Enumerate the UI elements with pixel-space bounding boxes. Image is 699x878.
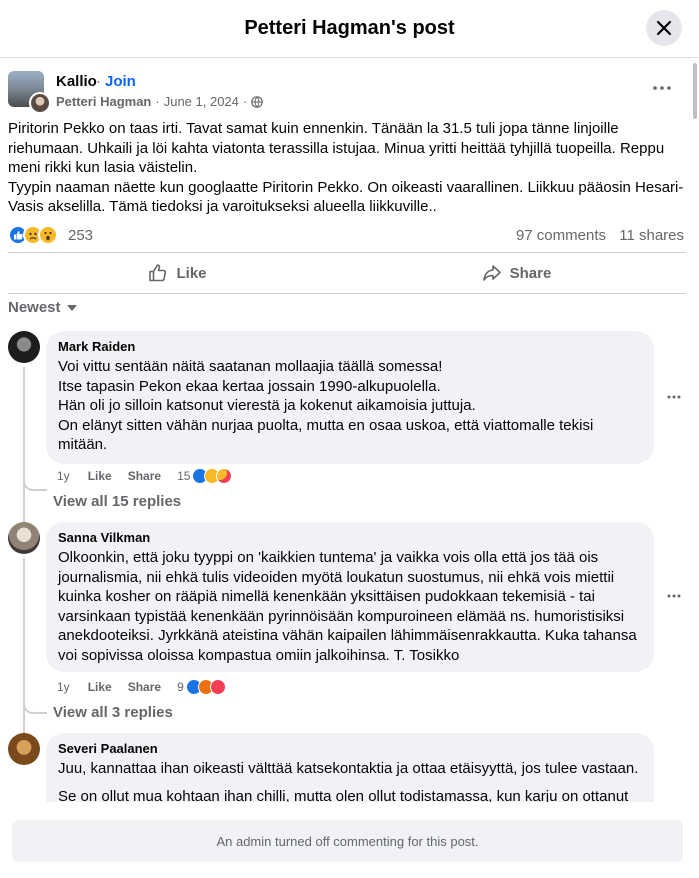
sort-label: Newest xyxy=(8,299,61,316)
post-meta: Petteri Hagman · June 1, 2024 · xyxy=(56,94,264,109)
comment-age[interactable]: 1y xyxy=(57,680,70,694)
post-header: Kallio · Join Petteri Hagman · June 1, 2… xyxy=(8,71,688,114)
author-name[interactable]: Petteri Hagman xyxy=(56,94,151,109)
close-button[interactable] xyxy=(646,10,682,46)
post-scroll-area[interactable]: Kallio · Join Petteri Hagman · June 1, 2… xyxy=(0,59,699,802)
avatar[interactable] xyxy=(8,733,40,765)
thread-connector xyxy=(23,700,47,714)
shares-count[interactable]: 11 shares xyxy=(619,227,684,244)
post-date[interactable]: June 1, 2024 xyxy=(164,94,239,109)
comment-like-button[interactable]: Like xyxy=(88,680,112,694)
comment-reaction-count[interactable]: 15 xyxy=(177,469,190,483)
comment-bubble: Mark Raiden Voi vittu sentään näitä saat… xyxy=(46,331,654,464)
comment-text: Olkoonkin, että joku tyyppi on 'kaikkien… xyxy=(58,549,637,664)
like-icon xyxy=(149,264,167,282)
separator: · xyxy=(96,73,101,90)
wow-reaction-icon xyxy=(38,225,58,245)
avatar[interactable] xyxy=(8,331,40,363)
footer: An admin turned off commenting for this … xyxy=(0,802,699,878)
like-label: Like xyxy=(176,264,207,282)
commenter-name[interactable]: Mark Raiden xyxy=(58,339,642,354)
reaction-count[interactable]: 253 xyxy=(68,227,93,244)
post-more-button[interactable] xyxy=(650,76,674,100)
reaction-summary: 253 97 comments 11 shares xyxy=(8,221,686,249)
comment-more-button[interactable] xyxy=(664,387,684,407)
comment-more-button[interactable] xyxy=(664,586,684,606)
scrollbar[interactable] xyxy=(693,63,697,119)
like-button[interactable]: Like xyxy=(8,253,347,293)
chevron-down-icon xyxy=(66,304,77,311)
thread-line xyxy=(23,367,25,545)
love-reaction-icon xyxy=(209,679,226,695)
comment-bubble: Sanna Vilkman Olkoonkin, että joku tyypp… xyxy=(46,522,654,672)
dialog-title: Petteri Hagman's post xyxy=(244,17,455,39)
reaction-icons[interactable] xyxy=(8,225,58,245)
comment-share-button[interactable]: Share xyxy=(128,469,161,483)
close-icon xyxy=(656,20,672,36)
globe-icon xyxy=(251,95,264,108)
view-replies-button[interactable]: View all 15 replies xyxy=(53,493,181,510)
more-icon xyxy=(653,86,671,90)
comment-meta: 1y Like Share 9 xyxy=(57,679,226,695)
author-avatar[interactable] xyxy=(29,92,51,114)
post-paragraph: Piritorin Pekko on taas irti. Tavat sama… xyxy=(8,120,665,176)
comment-share-button[interactable]: Share xyxy=(128,680,161,694)
comment-meta: 1y Like Share 15 xyxy=(57,468,233,484)
comment-sort-dropdown[interactable]: Newest xyxy=(8,299,77,316)
comment-bubble: Severi Paalanen Juu, kannattaa ihan oike… xyxy=(46,733,654,802)
group-name[interactable]: Kallio xyxy=(56,73,97,90)
share-icon xyxy=(482,265,501,281)
commenter-name[interactable]: Severi Paalanen xyxy=(58,741,642,756)
commenter-name[interactable]: Sanna Vilkman xyxy=(58,530,642,545)
comment-like-button[interactable]: Like xyxy=(88,469,112,483)
comment-text: Voi vittu sentään näitä saatanan mollaaj… xyxy=(58,358,594,453)
more-icon xyxy=(667,594,681,598)
join-link[interactable]: Join xyxy=(105,73,136,90)
comment-reaction-count[interactable]: 9 xyxy=(177,680,184,694)
post-actions: Like Share xyxy=(8,252,686,294)
avatar[interactable] xyxy=(8,522,40,554)
commenting-disabled-notice: An admin turned off commenting for this … xyxy=(12,820,683,862)
view-replies-button[interactable]: View all 3 replies xyxy=(53,704,173,721)
post-paragraph: Tyypin naaman näette kun googlaatte Piri… xyxy=(8,178,684,216)
more-icon xyxy=(667,395,681,399)
dialog-header: Petteri Hagman's post xyxy=(0,0,699,58)
post-body: Piritorin Pekko on taas irti. Tavat sama… xyxy=(8,119,688,217)
care-reaction-icon xyxy=(216,468,233,484)
share-label: Share xyxy=(509,264,552,282)
meta-separator: · xyxy=(155,94,160,109)
thread-line xyxy=(23,558,25,754)
thread-connector xyxy=(23,477,47,491)
comment-text: Juu, kannattaa ihan oikeasti välttää kat… xyxy=(58,760,639,777)
share-button[interactable]: Share xyxy=(347,253,686,293)
comment-age[interactable]: 1y xyxy=(57,469,70,483)
comment-text: Se on ollut mua kohtaan ihan chilli, mut… xyxy=(58,787,629,803)
meta-separator-2: · xyxy=(242,94,248,109)
comments-count[interactable]: 97 comments xyxy=(516,227,606,244)
